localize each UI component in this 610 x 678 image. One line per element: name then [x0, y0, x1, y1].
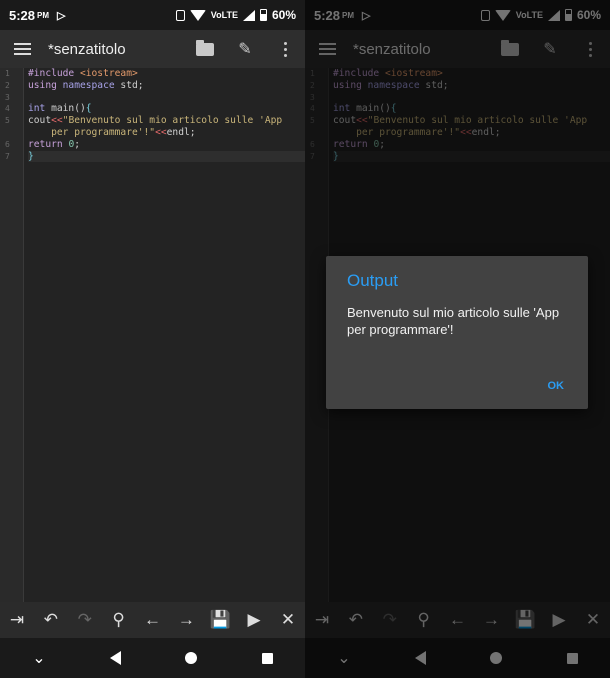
- pencil-icon: ✎: [238, 41, 252, 58]
- code-line: return 0;: [28, 138, 80, 150]
- home-icon[interactable]: [185, 652, 198, 664]
- more-vert-icon: [283, 41, 287, 57]
- wifi-icon: [189, 9, 206, 21]
- cursor-left-button[interactable]: ←: [137, 610, 167, 630]
- status-bar: 5:28 PM ▷ VoLTE 60%: [0, 0, 305, 30]
- ok-button[interactable]: OK: [548, 380, 565, 392]
- output-dialog: Output Benvenuto sul mio articolo sulle …: [326, 256, 588, 409]
- undo-button[interactable]: ↶: [36, 610, 66, 630]
- line-number: 4: [5, 104, 10, 114]
- system-nav-bar: ⌄: [0, 638, 305, 678]
- code-lines: #include <iostream> using namespace std;…: [28, 68, 305, 163]
- app-bar: *senzatitolo ✎: [0, 30, 305, 68]
- editor-toolbar: ⇥ ↶ ↷ ⚲ ← → 💾 ▶ ✕: [0, 602, 305, 638]
- status-ampm: PM: [37, 10, 50, 20]
- code-editor[interactable]: 1 2 3 4 5 6 7 #include <iostream> using …: [0, 68, 305, 602]
- redo-button[interactable]: ↷: [70, 610, 100, 630]
- file-title: *senzatitolo: [48, 40, 126, 58]
- recents-icon[interactable]: [261, 652, 273, 664]
- battery-icon: [259, 9, 267, 21]
- close-button[interactable]: ✕: [273, 610, 303, 630]
- line-gutter: 1 2 3 4 5 6 7: [0, 68, 24, 602]
- play-store-icon: ▷: [57, 9, 66, 22]
- battery-level: 60%: [271, 8, 296, 22]
- volte-label: VoLTE: [210, 10, 238, 20]
- code-line: per programmare'!"<<endl;: [28, 126, 196, 138]
- status-time: 5:28: [9, 7, 36, 23]
- code-line: cout<<"Benvenuto sul mio articolo sulle …: [28, 115, 283, 127]
- vibrate-icon: [175, 9, 185, 21]
- edit-button[interactable]: ✎: [225, 30, 265, 68]
- code-line: using namespace std;: [28, 79, 144, 91]
- line-number: 3: [5, 92, 10, 102]
- line-number: [0, 127, 23, 139]
- line-number: 5: [5, 116, 10, 126]
- save-button[interactable]: 💾: [205, 610, 235, 630]
- back-icon[interactable]: [109, 651, 121, 665]
- dialog-message: Benvenuto sul mio articolo sulle 'App pe…: [347, 305, 560, 337]
- editor-screen: 5:28 PM ▷ VoLTE 60% *senzatitolo ✎ 1 2 3…: [0, 0, 305, 678]
- code-line: #include <iostream>: [28, 68, 138, 79]
- cursor-right-button[interactable]: →: [171, 610, 201, 630]
- tab-indent-button[interactable]: ⇥: [2, 610, 32, 630]
- code-line-current: }: [28, 150, 305, 163]
- line-number: 2: [5, 80, 10, 90]
- open-folder-button[interactable]: [185, 30, 225, 68]
- folder-icon: [196, 39, 214, 56]
- menu-button[interactable]: [0, 30, 44, 68]
- code-line: int main(){: [28, 103, 92, 115]
- signal-icon: [242, 9, 255, 21]
- more-options-button[interactable]: [265, 30, 305, 68]
- search-button[interactable]: ⚲: [104, 610, 134, 630]
- dialog-title: Output: [347, 271, 399, 290]
- hamburger-icon: [13, 43, 31, 55]
- line-number: 1: [5, 69, 10, 78]
- output-screen: 5:28 PM ▷ VoLTE 60% *senzatitolo ✎ 1 2 3…: [305, 0, 610, 678]
- line-number: 7: [5, 151, 10, 161]
- run-button[interactable]: ▶: [239, 610, 269, 630]
- line-number: 6: [5, 139, 10, 149]
- hide-keyboard-button[interactable]: ⌄: [32, 648, 45, 668]
